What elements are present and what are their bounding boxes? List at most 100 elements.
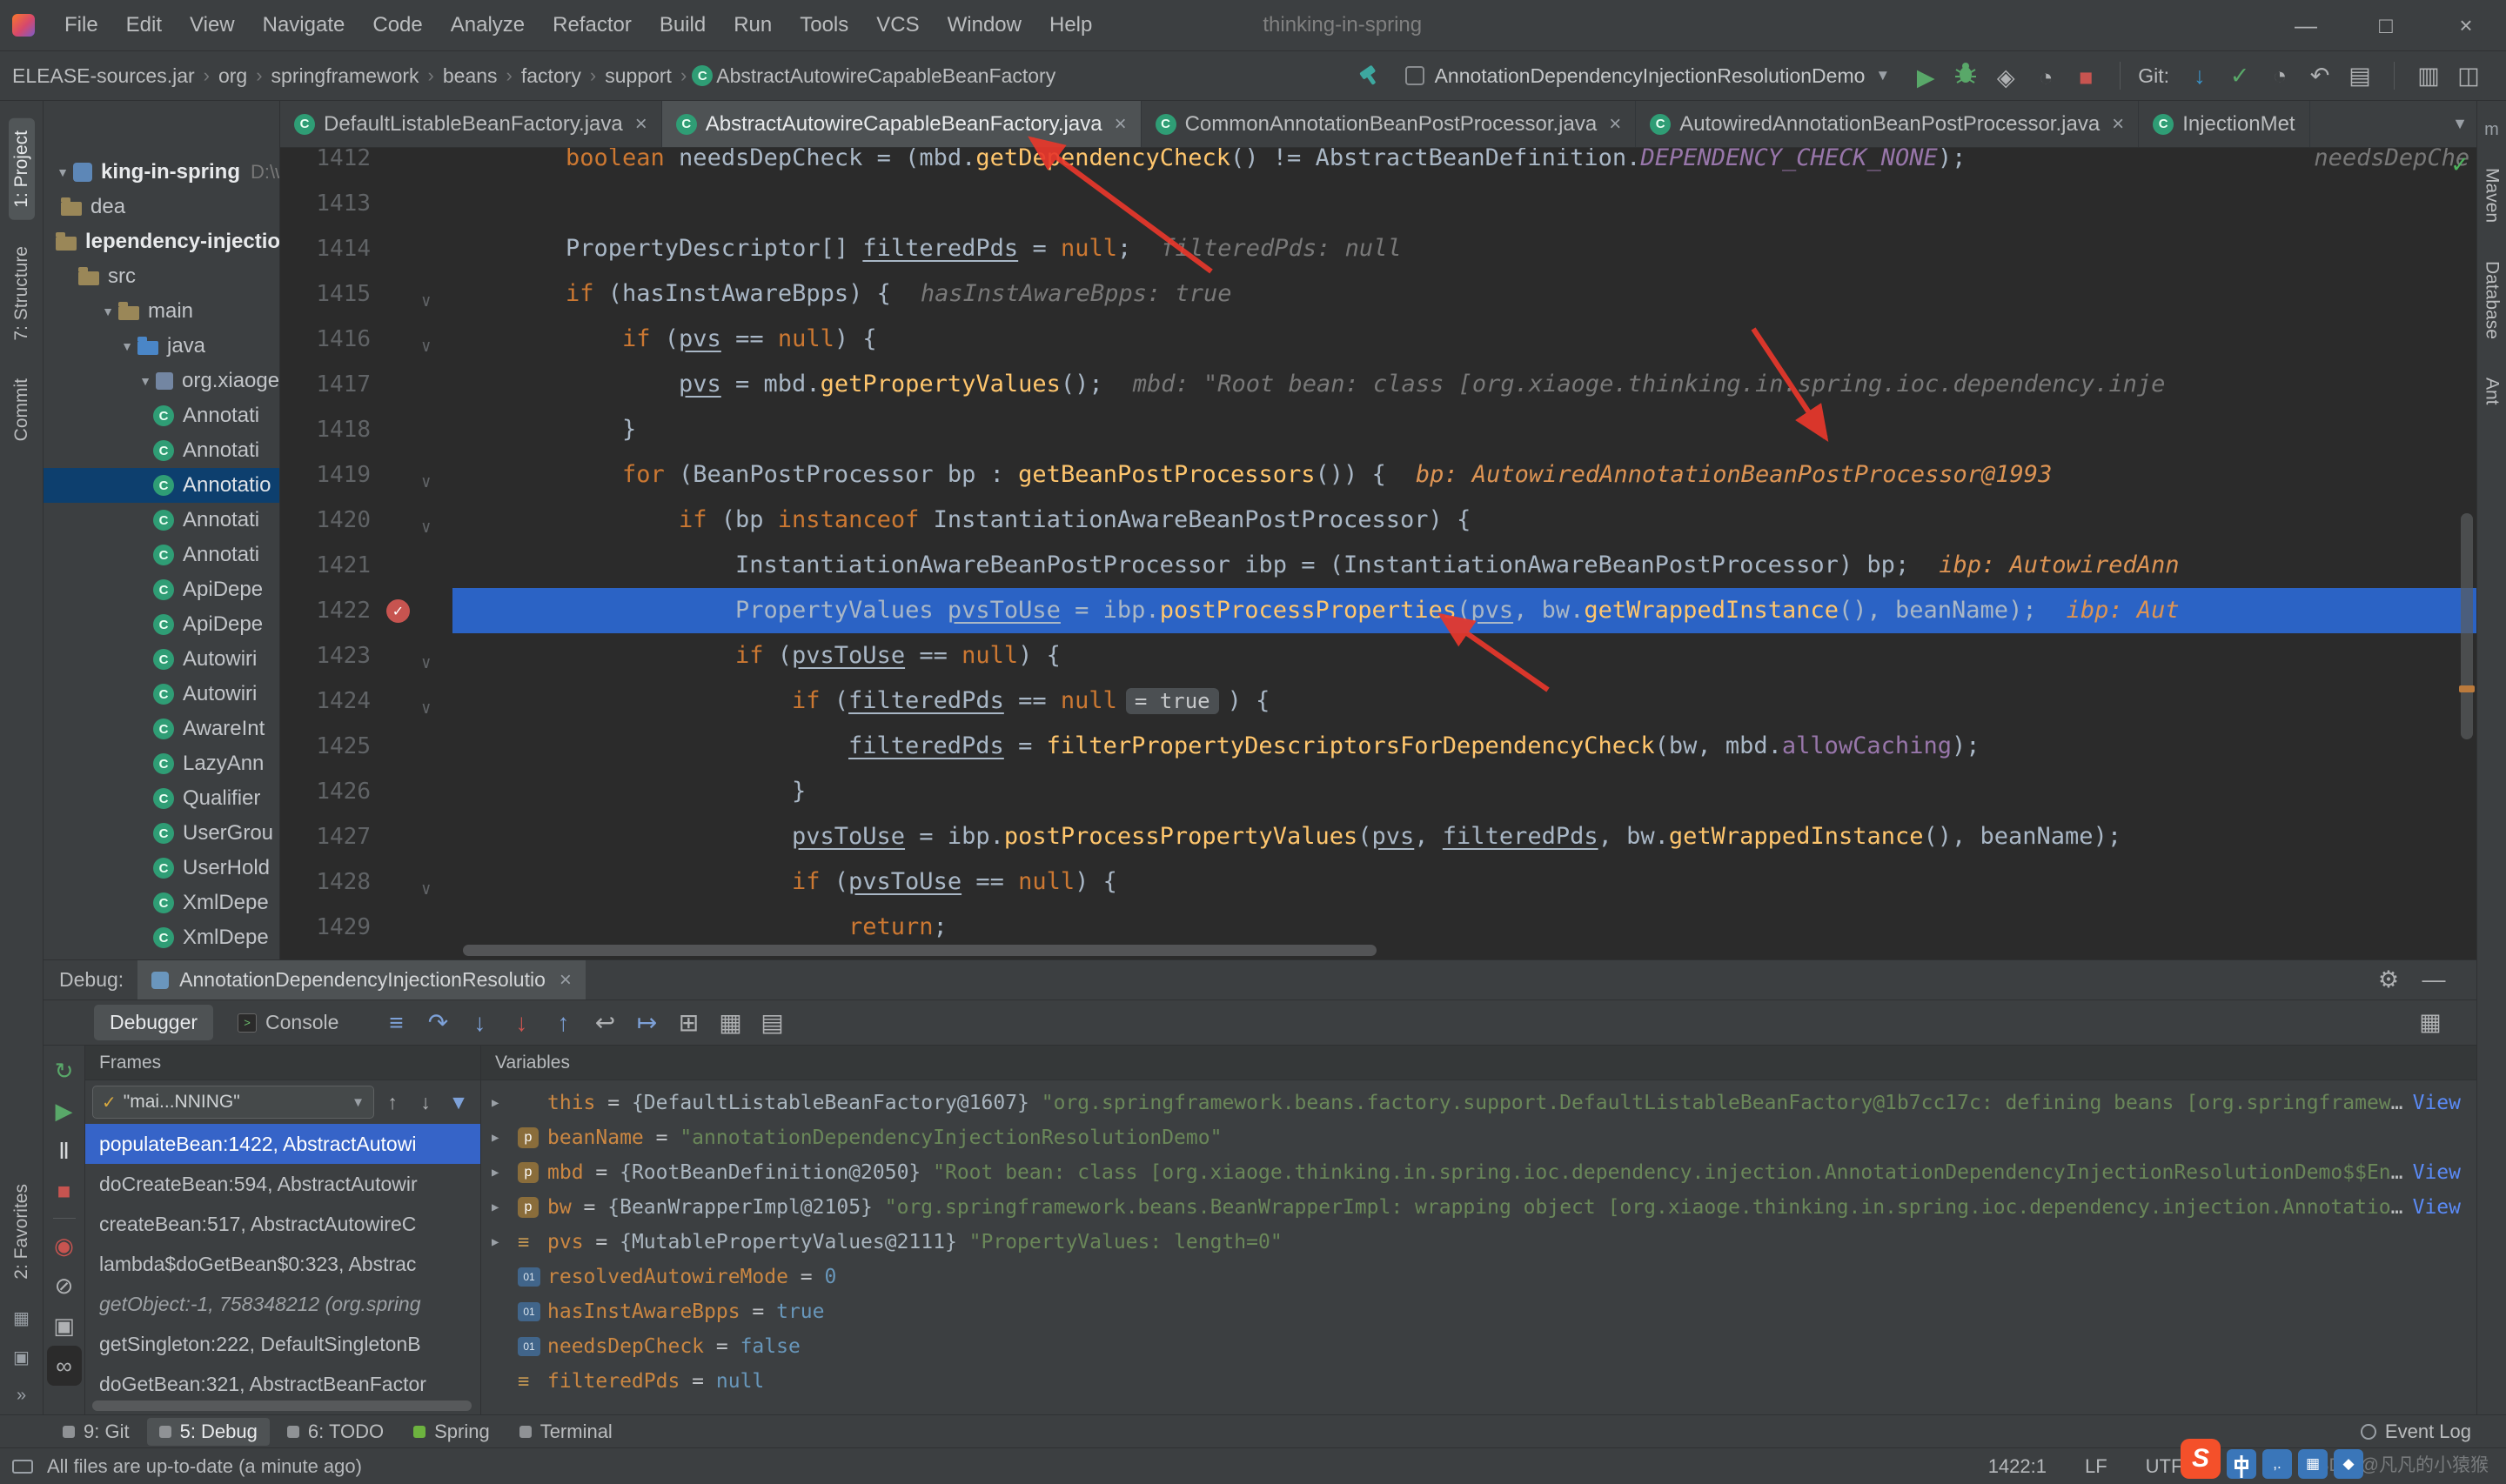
menu-window[interactable]: Window [934, 8, 1035, 43]
gutter-1430[interactable]: 1430 [280, 950, 452, 959]
stack-frame[interactable]: doCreateBean:594, AbstractAutowir [85, 1164, 480, 1204]
gutter-1421[interactable]: 1421 [280, 543, 452, 588]
code-line-1423[interactable]: 1423∨if (pvsToUse == null) { [280, 633, 2476, 678]
layout-settings-icon[interactable]: ▦ [2410, 1005, 2450, 1041]
tree-item-apidepe[interactable]: CApiDepe [44, 607, 279, 642]
gutter-1426[interactable]: 1426 [280, 769, 452, 814]
menu-edit[interactable]: Edit [112, 8, 176, 43]
frame-down-icon[interactable]: ↓ [409, 1084, 442, 1120]
expand-arrow-icon[interactable]: ▶ [492, 1235, 518, 1249]
breadcrumb-item[interactable]: springframework [268, 63, 423, 90]
code-line-1429[interactable]: 1429return; [280, 905, 2476, 950]
step-into-icon[interactable]: ↓ [459, 1005, 500, 1041]
build-hammer-icon[interactable] [1350, 57, 1390, 94]
oo-icon[interactable]: ∞ [47, 1346, 82, 1386]
tree-expand-icon[interactable]: ▼ [135, 374, 156, 388]
menu-view[interactable]: View [176, 8, 249, 43]
close-button[interactable]: × [2426, 0, 2506, 50]
view-table-icon[interactable]: ▦ [709, 1005, 751, 1041]
stripe-maven[interactable]: Maven [2479, 156, 2505, 235]
tree-item-autowiri[interactable]: CAutowiri [44, 677, 279, 712]
code-line-1419[interactable]: 1419∨for (BeanPostProcessor bp : getBean… [280, 452, 2476, 498]
menu-vcs[interactable]: VCS [862, 8, 933, 43]
editor-tab[interactable]: CAbstractAutowireCapableBeanFactory.java… [662, 101, 1142, 147]
code-editor[interactable]: 1412boolean needsDepCheck = (mbd.getDepe… [280, 148, 2476, 959]
toolwindow-spring[interactable]: Spring [401, 1418, 502, 1446]
code-line-1428[interactable]: 1428∨if (pvsToUse == null) { [280, 859, 2476, 905]
history-icon[interactable]: ◔ [2260, 57, 2300, 94]
stack-frame[interactable]: getSingleton:222, DefaultSingletonB [85, 1324, 480, 1364]
view-link[interactable]: View [2413, 1196, 2461, 1219]
tree-expand-icon[interactable]: ▼ [117, 339, 137, 353]
gutter-1412[interactable]: 1412 [280, 148, 452, 181]
breadcrumb-item[interactable]: beans [439, 63, 501, 90]
variable-row-hasInstAwareBpps[interactable]: 01hasInstAwareBpps = true [481, 1294, 2476, 1329]
code-line-1414[interactable]: 1414PropertyDescriptor[] filteredPds = n… [280, 226, 2476, 271]
menu-navigate[interactable]: Navigate [249, 8, 359, 43]
tree-item-annotati[interactable]: CAnnotati [44, 503, 279, 538]
tree-item-org-xiaoge-t[interactable]: ▼org.xiaoge.t [44, 364, 279, 398]
stack-frame[interactable]: getObject:-1, 758348212 (org.spring [85, 1284, 480, 1324]
run-icon[interactable]: ▶ [1906, 60, 1946, 97]
variable-row-pvs[interactable]: ▶≡pvs = {MutablePropertyValues@2111} "Pr… [481, 1225, 2476, 1260]
minimize-button[interactable]: — [2266, 0, 2346, 50]
hidden-tabs-chevron-icon[interactable]: ▼ [2443, 101, 2476, 147]
menu-help[interactable]: Help [1035, 8, 1106, 43]
gear-icon[interactable]: ⚙ [2369, 962, 2409, 999]
breadcrumb-item[interactable]: org [215, 63, 251, 90]
caret-position[interactable]: 1422:1 [1988, 1455, 2047, 1478]
gutter-1419[interactable]: 1419∨ [280, 452, 452, 498]
stripe-ant[interactable]: Ant [2479, 365, 2505, 418]
commit-icon[interactable]: ✓ [2220, 57, 2260, 94]
tree-item-userhold[interactable]: CUserHold [44, 851, 279, 886]
code-line-1417[interactable]: 1417pvs = mbd.getPropertyValues();mbd: "… [280, 362, 2476, 407]
close-icon[interactable]: × [1609, 112, 1621, 137]
code-line-1425[interactable]: 1425filteredPds = filterPropertyDescript… [280, 724, 2476, 769]
menu-analyze[interactable]: Analyze [437, 8, 539, 43]
step-over-icon[interactable]: ↷ [417, 1005, 459, 1041]
layout-grid-icon[interactable]: ▦ [13, 1307, 30, 1329]
menu-code[interactable]: Code [358, 8, 436, 43]
toolwindow-toggle-icon[interactable] [12, 1460, 33, 1474]
project-tool-window[interactable]: ▼king-in-springD:\wordealependency-injec… [44, 101, 280, 959]
tree-item-main[interactable]: ▼main [44, 294, 279, 329]
gutter-1422[interactable]: 1422✓ [280, 588, 452, 633]
editor-tab[interactable]: CInjectionMet [2139, 101, 2309, 147]
snapshot-icon[interactable]: ▣ [13, 1347, 30, 1368]
code-line-1415[interactable]: 1415∨if (hasInstAwareBpps) {hasInstAware… [280, 271, 2476, 317]
force-step-into-icon[interactable]: ↓ [500, 1005, 542, 1041]
status-message[interactable]: All files are up-to-date (a minute ago) [47, 1455, 362, 1478]
thread-dump-icon[interactable]: ▣ [44, 1306, 84, 1346]
tree-item-awareint[interactable]: CAwareInt [44, 712, 279, 746]
shelf-icon[interactable]: ▤ [2340, 57, 2380, 94]
frame-up-icon[interactable]: ↑ [376, 1084, 409, 1120]
coverage-icon[interactable]: ◈ [1986, 60, 2026, 97]
toolwindow-5-debug[interactable]: 5: Debug [147, 1418, 270, 1446]
resume-icon[interactable]: ▶ [44, 1091, 84, 1131]
view-breakpoints-icon[interactable]: ◉ [44, 1226, 84, 1266]
update-project-icon[interactable]: ↓ [2180, 57, 2220, 94]
code-line-1412[interactable]: 1412boolean needsDepCheck = (mbd.getDepe… [280, 148, 2476, 181]
maximize-button[interactable]: □ [2346, 0, 2426, 50]
editor-tab[interactable]: CDefaultListableBeanFactory.java× [280, 101, 662, 147]
grid-icon[interactable]: ◫ [2449, 57, 2489, 94]
layout-icon[interactable]: ▤ [751, 1005, 793, 1041]
view-link[interactable]: View [2413, 1092, 2461, 1114]
tree-item-annotati[interactable]: CAnnotati [44, 538, 279, 572]
more-toolwindows-icon[interactable]: » [17, 1386, 26, 1406]
profiler-icon[interactable]: ◔ [2026, 60, 2066, 97]
menu-run[interactable]: Run [720, 8, 786, 43]
variable-row-beanName[interactable]: ▶pbeanName = "annotationDependencyInject… [481, 1120, 2476, 1155]
gutter-1414[interactable]: 1414 [280, 226, 452, 271]
thread-selector[interactable]: ✓ "mai...NNING" ▼ [92, 1086, 374, 1119]
tree-expand-icon[interactable]: ▼ [52, 165, 73, 179]
tree-item-annotati[interactable]: CAnnotati [44, 433, 279, 468]
gutter-1418[interactable]: 1418 [280, 407, 452, 452]
gutter-1425[interactable]: 1425 [280, 724, 452, 769]
gutter-1429[interactable]: 1429 [280, 905, 452, 950]
breakpoint-icon[interactable]: ✓ [386, 599, 410, 623]
tree-item-annotati[interactable]: CAnnotati [44, 398, 279, 433]
editor-tab[interactable]: CCommonAnnotationBeanPostProcessor.java× [1142, 101, 1637, 147]
stripe-2-favorites[interactable]: 2: Favorites [9, 1172, 35, 1292]
tab-debugger[interactable]: Debugger [94, 1005, 213, 1040]
